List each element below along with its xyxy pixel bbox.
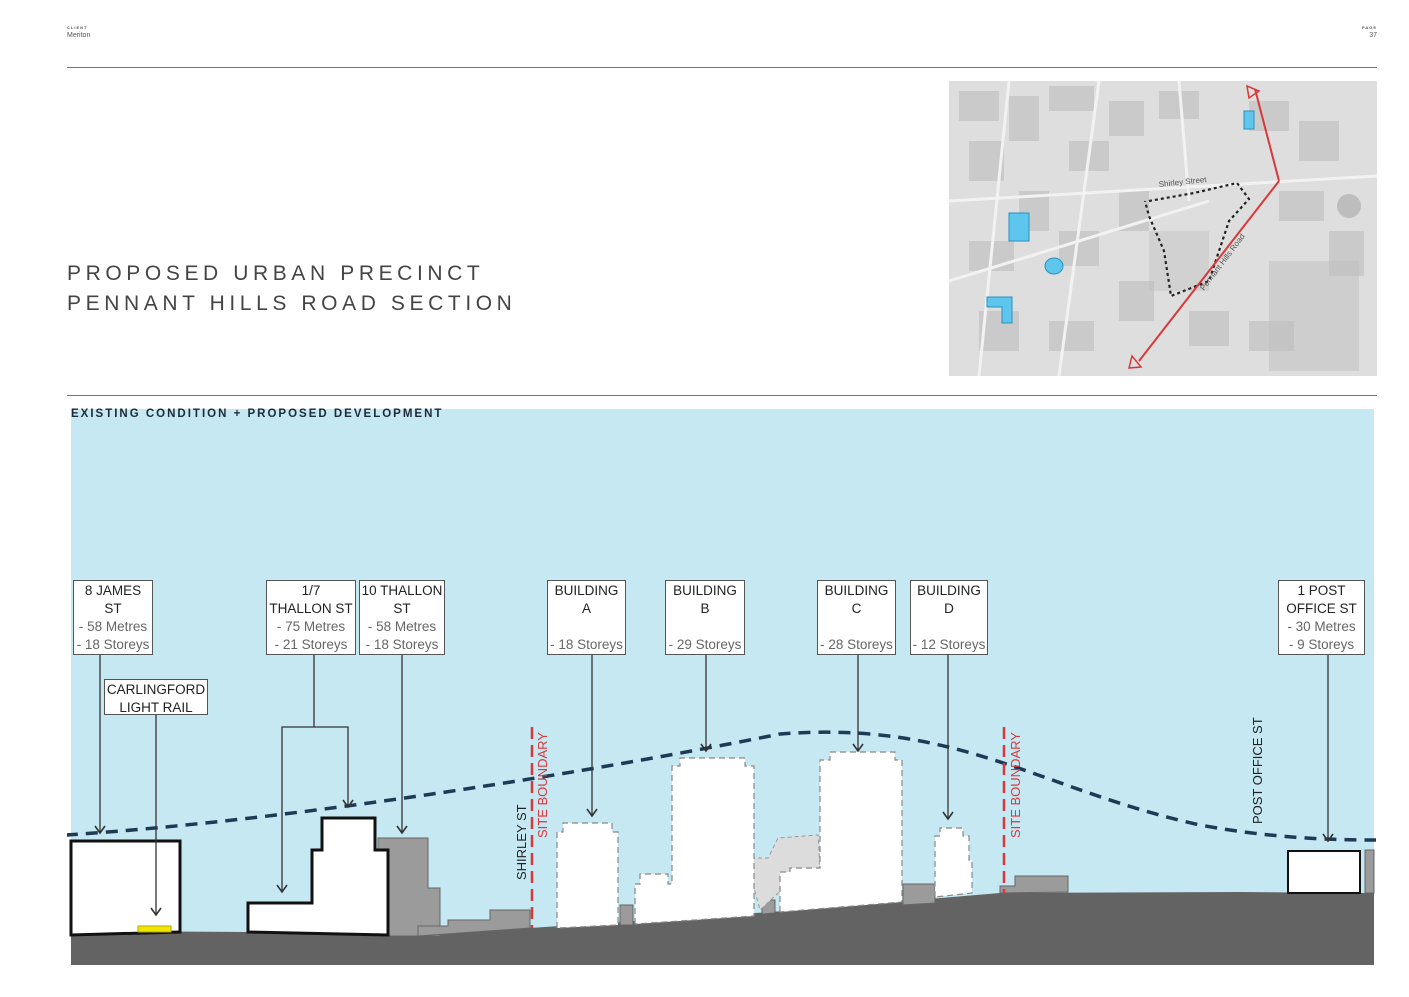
- label-1-post-office-st: 1 POST OFFICE ST - 30 Metres - 9 Storeys: [1278, 580, 1365, 655]
- label-line2: ST: [393, 601, 411, 616]
- label-storeys: - 29 Storeys: [668, 637, 742, 652]
- label-site-boundary-east: SITE BOUNDARY: [1008, 732, 1023, 838]
- label-line2: C: [851, 601, 862, 616]
- label-carlingford-light-rail: CARLINGFORD LIGHT RAIL: [104, 679, 208, 715]
- label-line1: 8 JAMES: [84, 583, 142, 598]
- page-title-line-1: PROPOSED URBAN PRECINCT: [67, 262, 485, 285]
- label-line2: A: [581, 601, 591, 616]
- label-site-boundary-west: SITE BOUNDARY: [535, 732, 550, 838]
- label-line2: ST: [104, 601, 122, 616]
- light-rail-marker: [137, 925, 172, 933]
- label-storeys: - 18 Storeys: [550, 637, 623, 652]
- label-building-c: BUILDING C - 28 Storeys: [817, 580, 896, 655]
- page-title-line-2: PENNANT HILLS ROAD SECTION: [67, 292, 517, 315]
- label-storeys: - 21 Storeys: [274, 637, 348, 652]
- label-line1: 1/7: [301, 583, 321, 598]
- label-line1: BUILDING: [554, 583, 619, 598]
- label-8-james-st: 8 JAMES ST - 58 Metres - 18 Storeys: [73, 580, 153, 655]
- label-shirley-st: SHIRLEY ST: [514, 804, 529, 880]
- label-height: [548, 618, 625, 636]
- label-storeys: - 28 Storeys: [820, 637, 893, 652]
- label-line1: BUILDING: [673, 583, 737, 598]
- client-label: CLIENT: [67, 25, 88, 30]
- label-line1: BUILDING: [917, 583, 981, 598]
- top-divider: [67, 67, 1377, 68]
- building-1-post-office-st: [1287, 850, 1361, 894]
- label-line2: D: [944, 601, 954, 616]
- section-divider: [67, 395, 1377, 396]
- label-height: - 58 Metres: [78, 619, 148, 634]
- building-d: [934, 827, 973, 898]
- label-height: [818, 618, 895, 636]
- label-height: - 75 Metres: [276, 619, 346, 634]
- label-height: - 58 Metres: [367, 619, 437, 634]
- label-line1: 1 POST: [1297, 583, 1346, 598]
- label-building-b: BUILDING B - 29 Storeys: [665, 580, 745, 655]
- label-1-7-thallon-st: 1/7 THALLON ST - 75 Metres - 21 Storeys: [266, 580, 356, 655]
- label-line2: THALLON ST: [269, 601, 353, 616]
- label-line2: OFFICE ST: [1286, 601, 1357, 616]
- section-heading: EXISTING CONDITION + PROPOSED DEVELOPMEN…: [71, 408, 444, 420]
- label-height: [666, 618, 744, 636]
- label-height: [911, 618, 987, 636]
- label-line2: B: [700, 601, 710, 616]
- label-building-d: BUILDING D - 12 Storeys: [910, 580, 988, 655]
- label-storeys: - 9 Storeys: [1288, 637, 1355, 652]
- label-storeys: - 18 Storeys: [76, 637, 150, 652]
- client-name: Meriton: [67, 32, 91, 39]
- label-10-thallon-st: 10 THALLON ST - 58 Metres - 18 Storeys: [359, 580, 445, 655]
- label-height: - 30 Metres: [1287, 619, 1356, 634]
- label-storeys: - 12 Storeys: [912, 637, 986, 652]
- label-storeys: - 18 Storeys: [365, 637, 439, 652]
- building-8-james-st: [69, 839, 182, 937]
- label-building-a: BUILDING A - 18 Storeys: [547, 580, 626, 655]
- label-post-office-st: POST OFFICE ST: [1250, 717, 1265, 824]
- section-diagram: SHIRLEY ST SITE BOUNDARY SITE BOUNDARY P…: [67, 409, 1377, 965]
- label-line1: 10 THALLON: [361, 583, 443, 598]
- page-number: 37: [1369, 32, 1377, 39]
- label-line2: LIGHT RAIL: [119, 700, 193, 715]
- label-line1: CARLINGFORD: [106, 682, 206, 697]
- page-label: PAGE: [1361, 25, 1377, 30]
- location-map: Shirley Street Pennant Hills Road: [949, 81, 1377, 376]
- label-line1: BUILDING: [824, 583, 889, 598]
- building-a: [556, 822, 619, 929]
